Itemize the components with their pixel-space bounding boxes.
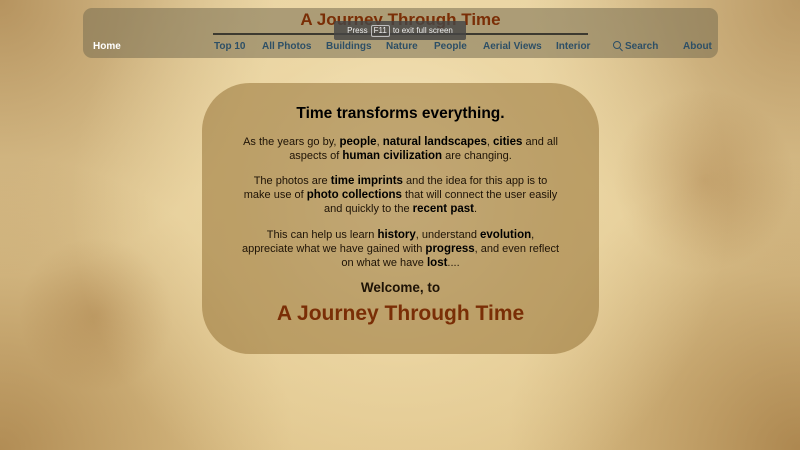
nav-people[interactable]: People	[434, 41, 467, 52]
intro-card: Time transforms everything. As the years…	[202, 83, 599, 354]
fullscreen-notice: Press F11 to exit full screen	[334, 21, 466, 40]
intro-paragraph-1: As the years go by, people, natural land…	[243, 136, 558, 162]
nav-buildings[interactable]: Buildings	[326, 41, 372, 52]
welcome-text: Welcome, to	[360, 280, 441, 295]
f11-key: F11	[370, 24, 390, 37]
nav-aerial-views[interactable]: Aerial Views	[483, 41, 542, 52]
intro-paragraph-3: This can help us learn history, understa…	[241, 229, 560, 269]
nav-home[interactable]: Home	[93, 41, 121, 52]
search-icon	[613, 41, 621, 49]
nav-top-10[interactable]: Top 10	[214, 41, 245, 52]
nav-links: Home Top 10 All Photos Buildings Nature …	[83, 41, 718, 57]
app-title: A Journey Through Time	[276, 302, 525, 325]
fullscreen-notice-text: to exit full screen	[392, 26, 453, 35]
nav-all-photos[interactable]: All Photos	[262, 41, 311, 52]
nav-interior[interactable]: Interior	[556, 41, 590, 52]
nav-search-label: Search	[625, 41, 659, 52]
nav-nature[interactable]: Nature	[386, 41, 418, 52]
fullscreen-notice-press: Press	[347, 26, 368, 35]
intro-heading: Time transforms everything.	[296, 105, 505, 122]
intro-paragraph-2: The photos are time imprints and the ide…	[243, 175, 558, 215]
nav-search[interactable]: Search	[613, 41, 658, 52]
nav-about[interactable]: About	[683, 41, 712, 52]
